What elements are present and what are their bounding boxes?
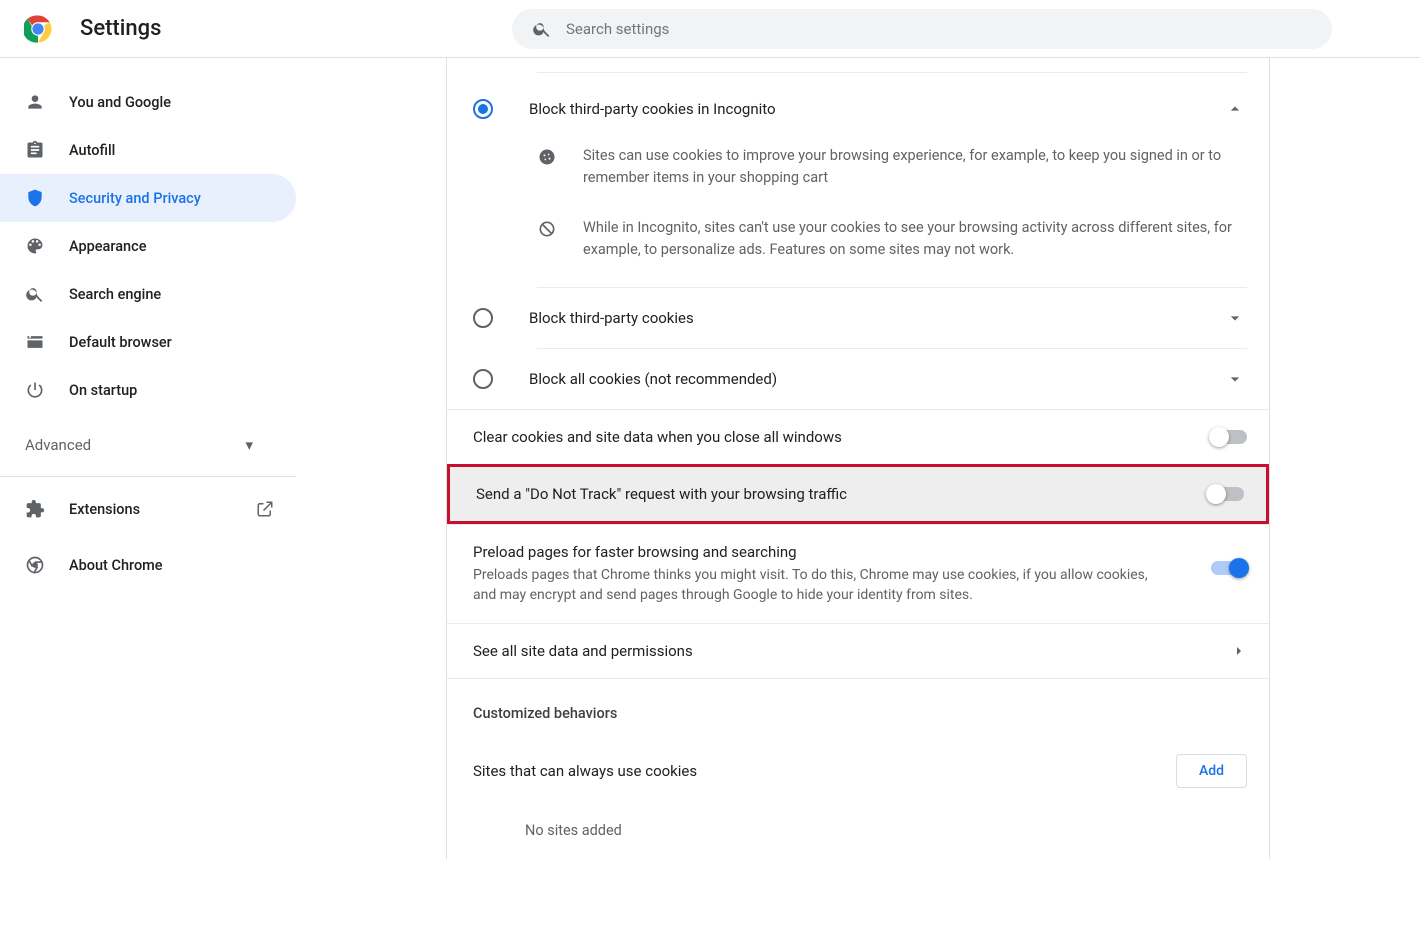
extension-icon	[25, 499, 45, 519]
setting-title: See all site data and permissions	[473, 642, 693, 660]
chevron-down-icon[interactable]	[1217, 300, 1253, 336]
sidebar-item-label: Autofill	[69, 142, 115, 159]
divider	[0, 476, 296, 477]
description-text: Sites can use cookies to improve your br…	[583, 145, 1247, 189]
chevron-up-icon[interactable]	[1217, 91, 1253, 127]
radio-label: Block third-party cookies in Incognito	[529, 100, 1217, 118]
radio-button-icon[interactable]	[473, 308, 493, 328]
sidebar-item-label: Security and Privacy	[69, 190, 201, 207]
radio-block-incognito[interactable]: Block third-party cookies in Incognito	[447, 73, 1269, 145]
search-input[interactable]	[566, 20, 1312, 38]
setting-title: Send a "Do Not Track" request with your …	[476, 485, 847, 503]
radio-button-icon[interactable]	[473, 99, 493, 119]
app-header: Settings	[0, 0, 1420, 58]
sidebar-item-label: You and Google	[69, 94, 171, 111]
sidebar: You and Google Autofill Security and Pri…	[0, 58, 296, 859]
sidebar-item-extensions[interactable]: Extensions	[0, 481, 296, 537]
sidebar-item-label: Default browser	[69, 334, 172, 351]
chevron-down-icon[interactable]	[1217, 361, 1253, 397]
sidebar-item-you-and-google[interactable]: You and Google	[0, 78, 296, 126]
setting-see-all-site-data[interactable]: See all site data and permissions	[447, 623, 1269, 678]
add-button[interactable]: Add	[1176, 754, 1247, 788]
block-icon	[537, 219, 557, 239]
incognito-description: While in Incognito, sites can't use your…	[447, 207, 1269, 279]
radio-block-third-party[interactable]: Block third-party cookies	[447, 288, 1269, 348]
caret-down-icon: ▾	[245, 436, 253, 454]
sidebar-item-search-engine[interactable]: Search engine	[0, 270, 296, 318]
open-external-icon	[256, 500, 274, 518]
palette-icon	[25, 236, 45, 256]
advanced-label: Advanced	[25, 436, 91, 454]
setting-preload[interactable]: Preload pages for faster browsing and se…	[447, 524, 1269, 623]
sidebar-item-label: Appearance	[69, 238, 146, 255]
sites-always-use-cookies: Sites that can always use cookies Add	[447, 726, 1269, 802]
search-icon	[25, 284, 45, 304]
sidebar-item-appearance[interactable]: Appearance	[0, 222, 296, 270]
setting-clear-on-close[interactable]: Clear cookies and site data when you clo…	[447, 409, 1269, 464]
setting-do-not-track[interactable]: Send a "Do Not Track" request with your …	[450, 467, 1266, 521]
setting-title: Clear cookies and site data when you clo…	[473, 428, 842, 446]
sidebar-item-label: On startup	[69, 382, 137, 399]
sidebar-item-security-privacy[interactable]: Security and Privacy	[0, 174, 296, 222]
clipboard-icon	[25, 140, 45, 160]
description-text: While in Incognito, sites can't use your…	[583, 217, 1247, 261]
sidebar-item-label: Search engine	[69, 286, 161, 303]
sidebar-item-label: Extensions	[69, 501, 140, 518]
sidebar-item-default-browser[interactable]: Default browser	[0, 318, 296, 366]
cookie-use-description: Sites can use cookies to improve your br…	[447, 145, 1269, 207]
search-bar[interactable]	[512, 9, 1332, 49]
app-title: Settings	[80, 16, 161, 41]
shield-icon	[25, 188, 45, 208]
sidebar-item-autofill[interactable]: Autofill	[0, 126, 296, 174]
setting-description: Preloads pages that Chrome thinks you mi…	[473, 565, 1163, 605]
radio-label: Block third-party cookies	[529, 309, 1217, 327]
search-icon	[532, 19, 552, 39]
settings-panel: Block third-party cookies in Incognito S…	[446, 58, 1270, 859]
chevron-right-icon	[1231, 643, 1247, 659]
power-icon	[25, 380, 45, 400]
toggle-switch[interactable]	[1211, 561, 1247, 575]
sidebar-item-label: About Chrome	[69, 557, 163, 574]
radio-label: Block all cookies (not recommended)	[529, 370, 1217, 388]
chrome-logo-icon	[24, 15, 52, 43]
no-sites-added: No sites added	[447, 802, 1269, 859]
cookie-icon	[537, 147, 557, 167]
section-customized-behaviors: Customized behaviors	[447, 678, 1269, 726]
setting-title: Preload pages for faster browsing and se…	[473, 543, 1163, 561]
sidebar-item-about-chrome[interactable]: About Chrome	[0, 537, 296, 593]
sidebar-item-advanced[interactable]: Advanced ▾	[0, 414, 296, 476]
toggle-switch[interactable]	[1208, 487, 1244, 501]
radio-button-icon[interactable]	[473, 369, 493, 389]
sidebar-item-on-startup[interactable]: On startup	[0, 366, 296, 414]
toggle-switch[interactable]	[1211, 430, 1247, 444]
sites-label: Sites that can always use cookies	[473, 762, 697, 780]
highlighted-dnt-row: Send a "Do Not Track" request with your …	[447, 464, 1269, 524]
browser-icon	[25, 332, 45, 352]
radio-block-all[interactable]: Block all cookies (not recommended)	[447, 349, 1269, 409]
person-icon	[25, 92, 45, 112]
chrome-icon	[25, 555, 45, 575]
